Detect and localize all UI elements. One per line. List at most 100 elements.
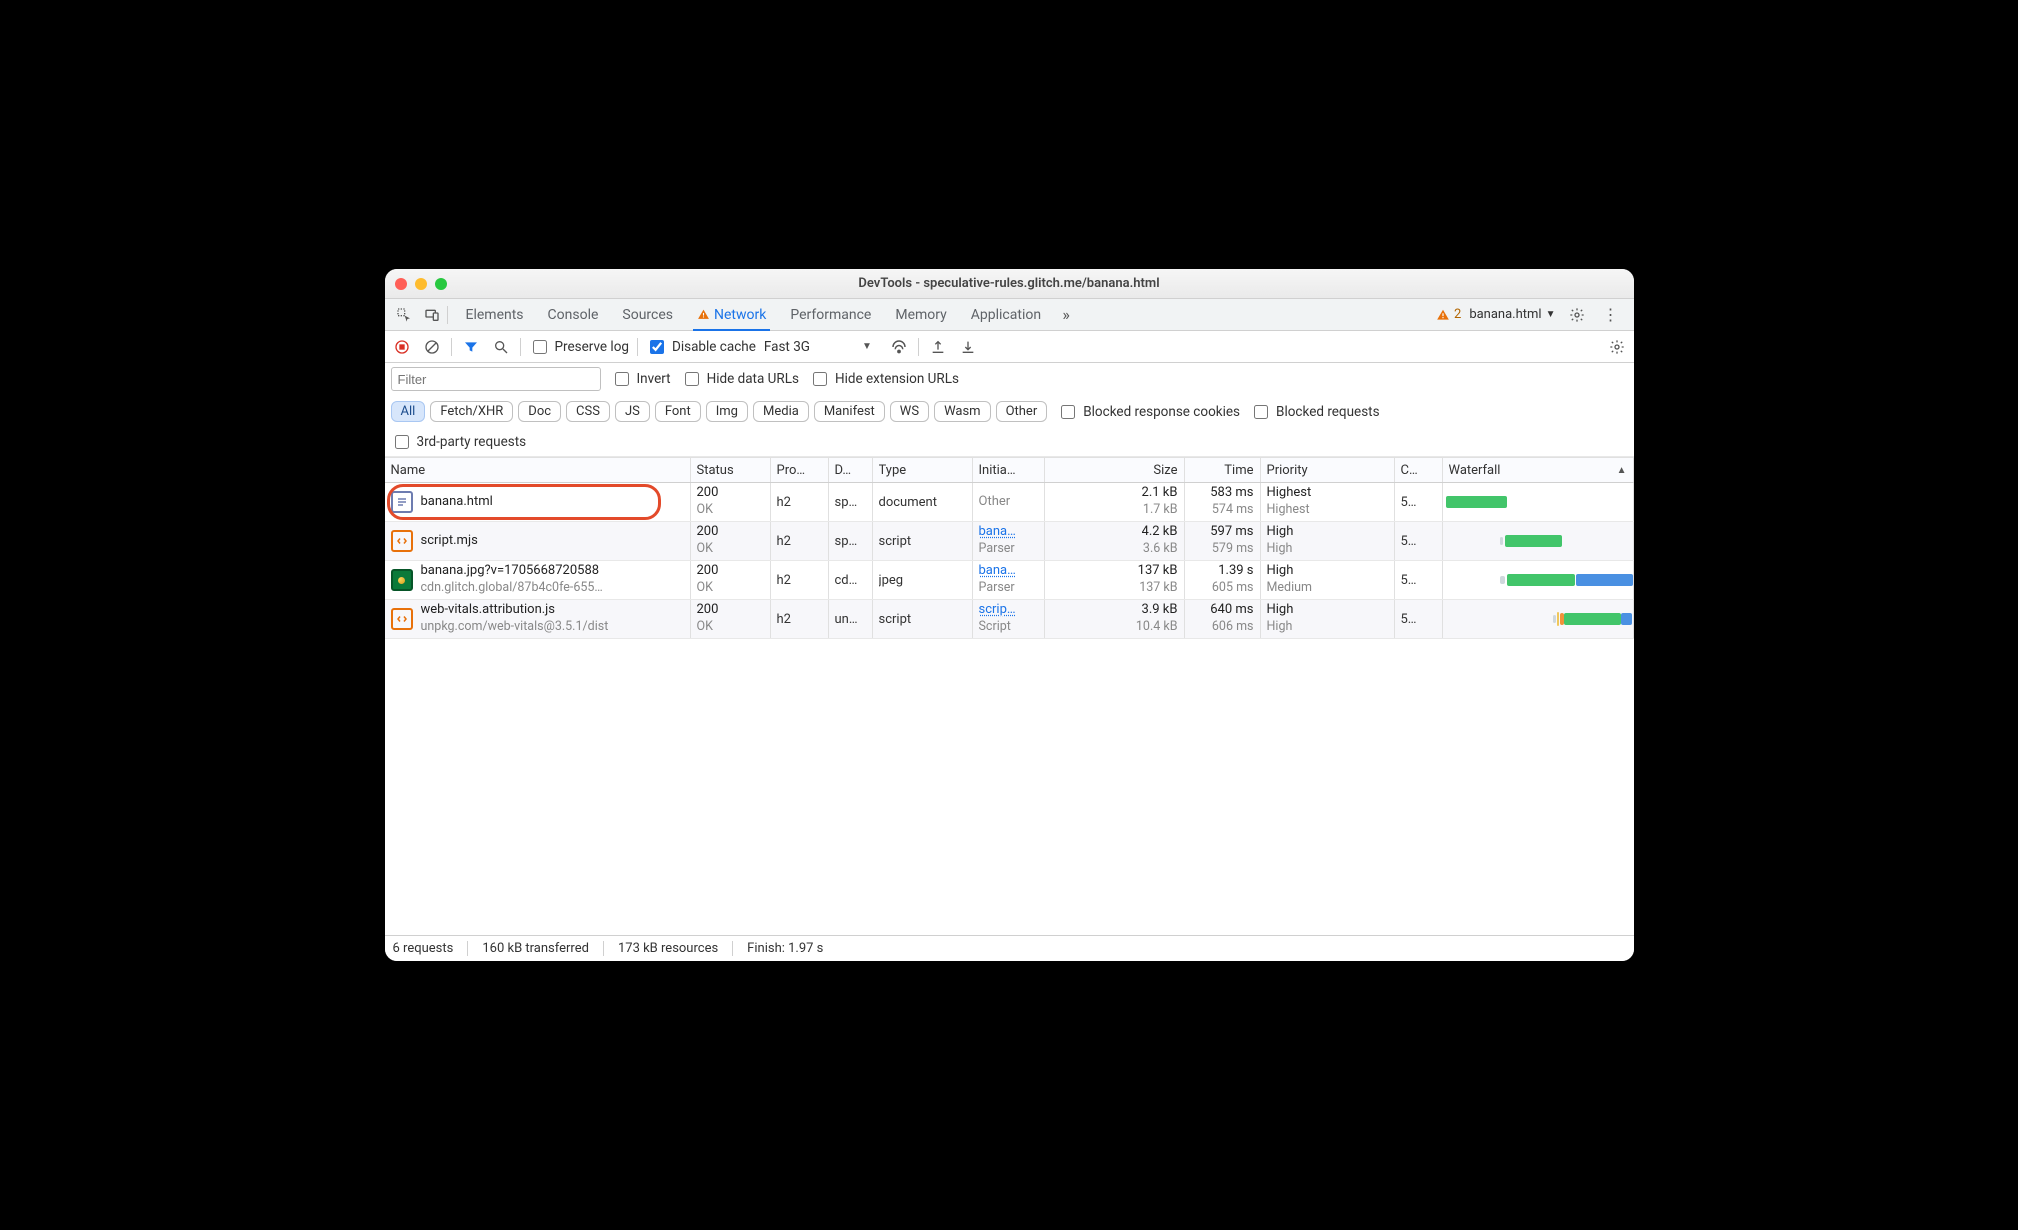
- col-time[interactable]: Time: [1185, 458, 1261, 482]
- type-chip-doc[interactable]: Doc: [518, 401, 561, 422]
- network-conditions-icon[interactable]: [888, 336, 910, 358]
- col-connection[interactable]: C…: [1395, 458, 1443, 482]
- device-toolbar-icon[interactable]: [419, 302, 445, 328]
- status-bar: 6 requests 160 kB transferred 173 kB res…: [385, 935, 1634, 961]
- tab-sources[interactable]: Sources: [612, 299, 683, 330]
- warnings-count: 2: [1454, 307, 1461, 322]
- hide-extension-urls-checkbox[interactable]: Hide extension URLs: [809, 369, 959, 389]
- waterfall-cell: [1443, 561, 1634, 599]
- requests-count: 6 requests: [393, 941, 469, 956]
- throttling-label: Fast 3G: [764, 339, 810, 355]
- table-row[interactable]: banana.jpg?v=1705668720588cdn.glitch.glo…: [385, 561, 1634, 600]
- panel-tabs: Elements Console Sources Network Performance…: [456, 299, 1052, 330]
- target-selector[interactable]: banana.html ▼: [1469, 307, 1555, 322]
- divider: [520, 338, 521, 356]
- main-tabs-row: Elements Console Sources Network Performance…: [385, 299, 1634, 331]
- disable-cache-checkbox[interactable]: Disable cache: [646, 337, 756, 357]
- tab-elements[interactable]: Elements: [456, 299, 534, 330]
- kebab-menu-icon[interactable]: ⋮: [1598, 302, 1624, 328]
- network-settings-icon[interactable]: [1606, 336, 1628, 358]
- col-protocol[interactable]: Pro…: [771, 458, 829, 482]
- type-chip-fetch-xhr[interactable]: Fetch/XHR: [430, 401, 513, 422]
- type-filter-chips: AllFetch/XHRDocCSSJSFontImgMediaManifest…: [391, 401, 1048, 422]
- type-chip-manifest[interactable]: Manifest: [814, 401, 885, 422]
- document-icon: [391, 491, 413, 513]
- tab-label: Performance: [790, 307, 871, 323]
- tab-application[interactable]: Application: [961, 299, 1051, 330]
- col-waterfall[interactable]: Waterfall▲: [1443, 458, 1634, 482]
- type-chip-ws[interactable]: WS: [890, 401, 929, 422]
- import-har-icon[interactable]: [957, 336, 979, 358]
- col-priority[interactable]: Priority: [1261, 458, 1395, 482]
- col-size[interactable]: Size: [1045, 458, 1185, 482]
- network-toolbar: Preserve log Disable cache Fast 3G ▼: [385, 331, 1634, 363]
- type-chip-other[interactable]: Other: [996, 401, 1048, 422]
- col-type[interactable]: Type: [873, 458, 973, 482]
- invert-checkbox[interactable]: Invert: [611, 369, 671, 389]
- hide-data-urls-label: Hide data URLs: [707, 371, 799, 387]
- tab-label: Network: [714, 307, 766, 323]
- col-name[interactable]: Name: [385, 458, 691, 482]
- blocked-requests-label: Blocked requests: [1276, 404, 1380, 420]
- type-chip-js[interactable]: JS: [615, 401, 650, 422]
- throttling-select[interactable]: Fast 3G ▼: [764, 339, 880, 355]
- waterfall-cell: [1443, 483, 1634, 521]
- blocked-requests-checkbox[interactable]: Blocked requests: [1250, 402, 1380, 422]
- export-har-icon[interactable]: [927, 336, 949, 358]
- filter-icon[interactable]: [460, 336, 482, 358]
- image-icon: [391, 569, 413, 591]
- third-party-label: 3rd-party requests: [417, 434, 527, 450]
- disable-cache-label: Disable cache: [672, 339, 756, 355]
- divider: [447, 306, 448, 324]
- tab-label: Elements: [466, 307, 524, 323]
- type-chip-css[interactable]: CSS: [566, 401, 610, 422]
- col-status[interactable]: Status: [691, 458, 771, 482]
- script-icon: [391, 530, 413, 552]
- table-row[interactable]: script.mjs200OKh2sp…scriptbana…Parser4.2…: [385, 522, 1634, 561]
- col-initiator[interactable]: Initia…: [973, 458, 1045, 482]
- col-domain[interactable]: D…: [829, 458, 873, 482]
- gear-icon[interactable]: [1564, 302, 1590, 328]
- table-row[interactable]: web-vitals.attribution.jsunpkg.com/web-v…: [385, 600, 1634, 639]
- more-tabs-icon[interactable]: »: [1053, 302, 1079, 328]
- type-chip-font[interactable]: Font: [655, 401, 701, 422]
- filter-input[interactable]: [391, 367, 601, 391]
- preserve-log-label: Preserve log: [555, 339, 629, 355]
- devtools-window: DevTools - speculative-rules.glitch.me/b…: [385, 269, 1634, 961]
- filter-bar: Invert Hide data URLs Hide extension URL…: [385, 363, 1634, 457]
- clear-button[interactable]: [421, 336, 443, 358]
- third-party-checkbox[interactable]: 3rd-party requests: [391, 432, 527, 452]
- invert-label: Invert: [637, 371, 671, 387]
- blocked-cookies-checkbox[interactable]: Blocked response cookies: [1057, 402, 1240, 422]
- tab-label: Console: [548, 307, 599, 323]
- finish-time: Finish: 1.97 s: [747, 941, 837, 956]
- requests-table: Name Status Pro… D… Type Initia… Size Ti…: [385, 457, 1634, 935]
- table-body: banana.html200OKh2sp…documentOther2.1 kB…: [385, 483, 1634, 935]
- type-chip-img[interactable]: Img: [706, 401, 748, 422]
- hide-data-urls-checkbox[interactable]: Hide data URLs: [681, 369, 799, 389]
- divider: [451, 338, 452, 356]
- type-chip-wasm[interactable]: Wasm: [934, 401, 991, 422]
- window-title: DevTools - speculative-rules.glitch.me/b…: [385, 276, 1634, 291]
- record-button[interactable]: [391, 336, 413, 358]
- divider: [918, 338, 919, 356]
- sort-arrow-icon: ▲: [1617, 465, 1627, 476]
- resources-size: 173 kB resources: [618, 941, 733, 956]
- table-row[interactable]: banana.html200OKh2sp…documentOther2.1 kB…: [385, 483, 1634, 522]
- tab-network[interactable]: Network: [687, 299, 776, 330]
- tab-console[interactable]: Console: [538, 299, 609, 330]
- blocked-cookies-label: Blocked response cookies: [1083, 404, 1240, 420]
- inspect-element-icon[interactable]: [391, 302, 417, 328]
- preserve-log-checkbox[interactable]: Preserve log: [529, 337, 629, 357]
- target-label: banana.html: [1469, 307, 1541, 322]
- tab-memory[interactable]: Memory: [885, 299, 956, 330]
- tab-label: Application: [971, 307, 1041, 323]
- type-chip-media[interactable]: Media: [753, 401, 809, 422]
- waterfall-cell: [1443, 522, 1634, 560]
- tab-performance[interactable]: Performance: [780, 299, 881, 330]
- hide-extension-urls-label: Hide extension URLs: [835, 371, 959, 387]
- type-chip-all[interactable]: All: [391, 401, 426, 422]
- transferred-size: 160 kB transferred: [482, 941, 604, 956]
- search-icon[interactable]: [490, 336, 512, 358]
- warnings-badge[interactable]: 2: [1436, 307, 1461, 322]
